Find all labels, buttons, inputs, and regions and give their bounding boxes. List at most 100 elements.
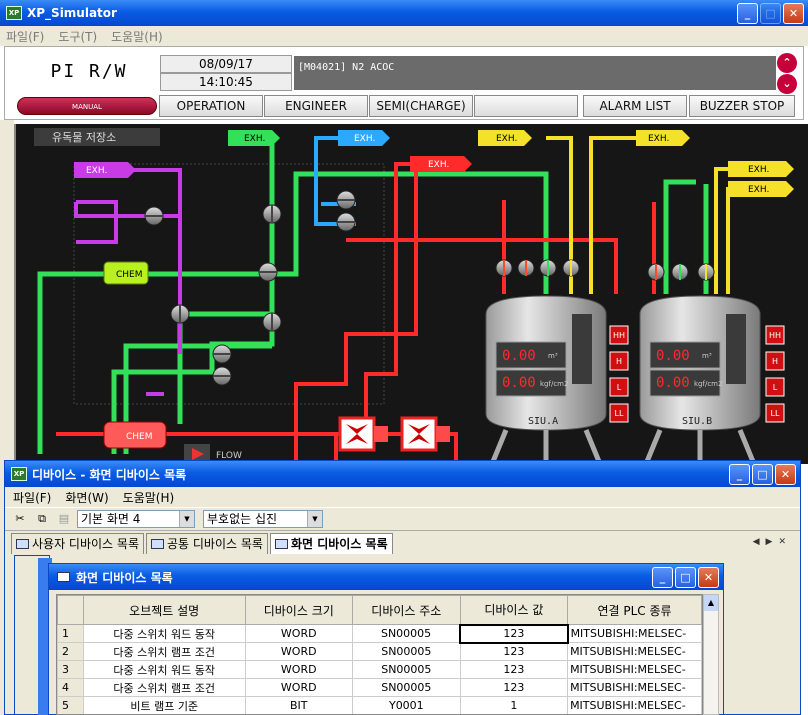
cell-addr[interactable]: SN00005 bbox=[352, 642, 461, 661]
cell-addr[interactable]: SN00005 bbox=[352, 678, 461, 697]
screen-device-list-window: 화면 디바이스 목록 _ □ ✕ 오브젝트 설명 디바이스 크기 디바이스 주소… bbox=[48, 563, 724, 715]
scroll-down-icon[interactable]: ⌄ bbox=[777, 74, 797, 94]
app-icon: XP bbox=[6, 6, 22, 20]
svg-text:HH: HH bbox=[769, 331, 781, 340]
device-menu-file[interactable]: 파일(F) bbox=[13, 489, 51, 506]
cell-size[interactable]: WORD bbox=[244, 660, 354, 679]
cell-value[interactable]: 1 bbox=[459, 696, 569, 714]
menu-file[interactable]: 파일(F) bbox=[6, 28, 44, 45]
device-menu-screen[interactable]: 화면(W) bbox=[65, 489, 108, 506]
chevron-down-icon: ▼ bbox=[179, 511, 194, 527]
column-header[interactable]: 연결 PLC 종류 bbox=[567, 595, 702, 625]
close-button[interactable]: ✕ bbox=[783, 3, 804, 24]
svg-text:EXH.: EXH. bbox=[354, 134, 375, 144]
svg-text:EXH.: EXH. bbox=[86, 166, 107, 176]
cell-desc[interactable]: 다중 스위치 램프 조건 bbox=[82, 678, 246, 697]
table-row[interactable]: 1 다중 스위치 워드 동작 WORD SN00005 123 MITSUBIS… bbox=[57, 623, 702, 644]
device-window-title-bar[interactable]: XP 디바이스 - 화면 디바이스 목록 _ □ ✕ bbox=[5, 461, 800, 487]
list-icon bbox=[274, 539, 288, 549]
cell-value[interactable]: 123 bbox=[459, 642, 569, 661]
cut-icon[interactable]: ✂ bbox=[11, 510, 29, 528]
engineer-button[interactable]: ENGINEER bbox=[264, 95, 368, 117]
menu-tools[interactable]: 도구(T) bbox=[58, 28, 97, 45]
tab-common-devices[interactable]: 공통 디바이스 목록 bbox=[146, 533, 268, 554]
svg-text:0.00: 0.00 bbox=[502, 348, 536, 364]
screen-select[interactable]: 기본 화면 4 ▼ bbox=[77, 510, 195, 528]
semi-charge-button[interactable]: SEMI(CHARGE) bbox=[369, 95, 473, 117]
list-close-button[interactable]: ✕ bbox=[698, 567, 719, 588]
cell-plc[interactable]: MITSUBISHI:MELSEC- bbox=[567, 660, 702, 679]
device-table: 오브젝트 설명 디바이스 크기 디바이스 주소 디바이스 값 연결 PLC 종류… bbox=[56, 594, 703, 715]
table-row[interactable]: 2 다중 스위치 램프 조건 WORD SN00005 123 MITSUBIS… bbox=[57, 642, 702, 661]
row-number: 4 bbox=[57, 678, 84, 697]
paste-icon[interactable]: ▤ bbox=[55, 510, 73, 528]
table-row[interactable]: 3 다중 스위치 워드 동작 WORD SN00005 123 MITSUBIS… bbox=[57, 660, 702, 679]
svg-text:EXH.: EXH. bbox=[648, 134, 669, 144]
column-header[interactable]: 디바이스 값 bbox=[459, 595, 569, 625]
cell-size[interactable]: WORD bbox=[244, 642, 354, 661]
svg-text:LL: LL bbox=[615, 409, 624, 418]
cell-value[interactable]: 123 bbox=[459, 623, 569, 644]
operation-button[interactable]: OPERATION bbox=[159, 95, 263, 117]
device-menu-bar: 파일(F) 화면(W) 도움말(H) bbox=[5, 487, 800, 507]
scroll-up-icon[interactable]: ⌃ bbox=[777, 53, 797, 73]
scroll-up-arrow-icon[interactable]: ▲ bbox=[704, 595, 718, 611]
cell-size[interactable]: WORD bbox=[244, 624, 354, 643]
device-menu-help[interactable]: 도움말(H) bbox=[123, 489, 175, 506]
svg-text:EXH.: EXH. bbox=[748, 165, 769, 175]
cell-size[interactable]: WORD bbox=[244, 678, 354, 697]
vertical-scrollbar[interactable]: ▲ bbox=[703, 594, 719, 715]
buzzer-stop-button[interactable]: BUZZER STOP bbox=[689, 95, 795, 117]
tab-user-devices[interactable]: 사용자 디바이스 목록 bbox=[11, 533, 144, 554]
column-header[interactable]: 오브젝트 설명 bbox=[82, 595, 246, 625]
table-row[interactable]: 5 비트 램프 기준 BIT Y0001 1 MITSUBISHI:MELSEC… bbox=[57, 696, 702, 714]
menu-help[interactable]: 도움말(H) bbox=[111, 28, 163, 45]
main-menu-bar: 파일(F) 도구(T) 도움말(H) bbox=[0, 26, 808, 46]
device-minimize-button[interactable]: _ bbox=[729, 464, 750, 485]
tab-screen-devices[interactable]: 화면 디바이스 목록 bbox=[269, 533, 393, 554]
cell-plc[interactable]: MITSUBISHI:MELSEC- bbox=[567, 642, 702, 661]
cell-value[interactable]: 123 bbox=[459, 660, 569, 679]
svg-text:L: L bbox=[773, 383, 778, 392]
svg-text:EXH.: EXH. bbox=[748, 185, 769, 195]
device-close-button[interactable]: ✕ bbox=[775, 464, 796, 485]
svg-text:HH: HH bbox=[613, 331, 625, 340]
blank-button[interactable] bbox=[474, 95, 578, 117]
cell-addr[interactable]: SN00005 bbox=[352, 660, 461, 679]
cell-plc[interactable]: MITSUBISHI:MELSEC- bbox=[567, 696, 702, 714]
cell-size[interactable]: BIT bbox=[244, 696, 354, 714]
cell-addr[interactable]: SN00005 bbox=[352, 624, 461, 643]
cell-desc[interactable]: 다중 스위치 워드 동작 bbox=[82, 624, 246, 643]
cell-desc[interactable]: 비트 램프 기준 bbox=[82, 696, 246, 714]
device-tabs: 사용자 디바이스 목록 공통 디바이스 목록 화면 디바이스 목록 bbox=[5, 533, 800, 555]
maximize-button[interactable]: □ bbox=[760, 3, 781, 24]
area-label: 유독물 저장소 bbox=[52, 131, 116, 144]
cell-plc[interactable]: MITSUBISHI:MELSEC- bbox=[567, 624, 702, 643]
copy-icon[interactable]: ⧉ bbox=[33, 510, 51, 528]
column-header[interactable]: 디바이스 크기 bbox=[244, 595, 354, 625]
list-minimize-button[interactable]: _ bbox=[652, 567, 673, 588]
mode-badge[interactable]: MANUAL bbox=[17, 97, 157, 115]
format-select[interactable]: 부호없는 십진 ▼ bbox=[203, 510, 323, 528]
column-header[interactable]: 디바이스 주소 bbox=[352, 595, 461, 625]
svg-text:H: H bbox=[616, 357, 622, 366]
list-window-title-bar[interactable]: 화면 디바이스 목록 _ □ ✕ bbox=[49, 564, 723, 590]
valves bbox=[144, 190, 715, 386]
main-window-title: XP_Simulator bbox=[27, 6, 117, 20]
date-display: 08/09/17 bbox=[160, 55, 292, 73]
alarm-list-button[interactable]: ALARM LIST bbox=[583, 95, 687, 117]
cell-value[interactable]: 123 bbox=[459, 678, 569, 697]
cell-desc[interactable]: 다중 스위치 램프 조건 bbox=[82, 642, 246, 661]
tab-scroll-icons[interactable]: ◀▶✕ bbox=[753, 537, 792, 547]
main-title-bar[interactable]: XP XP_Simulator _ □ ✕ bbox=[0, 0, 808, 26]
minimize-button[interactable]: _ bbox=[737, 3, 758, 24]
cell-addr[interactable]: Y0001 bbox=[352, 696, 461, 714]
cell-plc[interactable]: MITSUBISHI:MELSEC- bbox=[567, 678, 702, 697]
svg-text:0.00: 0.00 bbox=[656, 375, 690, 391]
cell-desc[interactable]: 다중 스위치 워드 동작 bbox=[82, 660, 246, 679]
list-maximize-button[interactable]: □ bbox=[675, 567, 696, 588]
alarm-message: [M04021] N2 ACOC bbox=[294, 56, 776, 90]
device-maximize-button[interactable]: □ bbox=[752, 464, 773, 485]
row-number: 2 bbox=[57, 642, 84, 661]
table-row[interactable]: 4 다중 스위치 램프 조건 WORD SN00005 123 MITSUBIS… bbox=[57, 678, 702, 697]
